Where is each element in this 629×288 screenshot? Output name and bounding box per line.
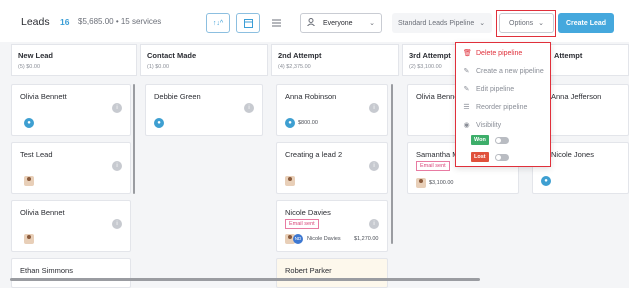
options-dropdown-menu: 🗑 Delete pipeline ✎ Create a new pipelin… <box>455 42 551 167</box>
avatar: ● <box>24 118 34 128</box>
lead-card[interactable]: Test Lead i <box>11 142 131 194</box>
lead-name: Test Lead <box>20 150 53 159</box>
column-header: 2nd Attempt (4) $2,375.00 <box>271 44 399 76</box>
column-summary: (4) $2,375.00 <box>278 64 311 70</box>
column-name: New Lead <box>18 51 54 60</box>
lead-value: $800.00 <box>298 120 318 126</box>
lost-badge: Lost <box>471 152 489 162</box>
menu-item-label: Create a new pipeline <box>476 67 544 75</box>
lead-card[interactable]: Robert Parker <box>276 258 388 288</box>
lead-name: Nicole Jones <box>551 150 594 159</box>
pipeline-column-contact-made: Contact Made (1) $0.00 Debbie Green i ● <box>140 44 268 288</box>
lead-name: Robert Parker <box>285 266 332 275</box>
create-pipeline-item[interactable]: ✎ Create a new pipeline <box>463 67 544 76</box>
column-header: Contact Made (1) $0.00 <box>140 44 268 76</box>
lead-name: Nicole Davies <box>285 208 331 217</box>
email-sent-tag: Email sent <box>285 219 319 229</box>
sort-button[interactable]: ↑↓^ <box>206 13 230 33</box>
owner-filter-value: Everyone <box>323 19 353 27</box>
info-icon[interactable]: i <box>244 103 254 113</box>
create-lead-button[interactable]: Create Lead <box>558 13 614 33</box>
pencil-icon: ✎ <box>463 86 470 93</box>
chevron-down-icon: ⌄ <box>369 20 375 27</box>
info-icon[interactable]: i <box>112 103 122 113</box>
lead-card[interactable]: Anna Robinson i ● $800.00 <box>276 84 388 136</box>
lead-card[interactable]: Olivia Bennett i ● <box>11 84 131 136</box>
reorder-pipeline-item[interactable]: ☰ Reorder pipeline <box>463 103 528 112</box>
lead-value: $1,270.00 <box>354 236 379 242</box>
won-visibility-toggle[interactable] <box>495 137 509 144</box>
lead-name: Ethan Simmons <box>20 266 73 275</box>
lead-name: Creating a lead 2 <box>285 150 343 159</box>
lead-card[interactable]: Creating a lead 2 i <box>276 142 388 194</box>
info-icon[interactable]: i <box>369 219 379 229</box>
email-sent-tag: Email sent <box>416 161 450 171</box>
reorder-icon: ☰ <box>463 104 470 111</box>
board-icon <box>243 18 253 28</box>
eye-icon: ◉ <box>463 122 470 129</box>
avatar <box>24 176 34 186</box>
visibility-section-label: ◉ Visibility <box>463 121 502 130</box>
lead-card[interactable]: Olivia Bennet i <box>11 200 131 252</box>
column-summary: (5) $0.00 <box>18 64 41 70</box>
avatar <box>416 178 426 188</box>
list-view-button[interactable] <box>265 13 287 33</box>
info-icon[interactable]: i <box>112 219 122 229</box>
chevron-down-icon: ⌄ <box>538 20 544 27</box>
avatar: ● <box>285 118 295 128</box>
lead-count: 16 <box>60 17 70 27</box>
lead-card[interactable]: Debbie Green i ● <box>145 84 263 136</box>
lead-card[interactable]: Ethan Simmons <box>11 258 131 288</box>
user-icon <box>307 18 315 28</box>
options-button[interactable]: Options ⌄ <box>499 13 554 33</box>
won-badge: Won <box>471 135 489 145</box>
owner-filter-select[interactable]: Everyone ⌄ <box>300 13 382 33</box>
column-header: New Lead (5) $0.00 <box>11 44 137 76</box>
menu-item-label: Reorder pipeline <box>476 103 528 111</box>
pipeline-select-value: Standard Leads Pipeline <box>398 19 475 27</box>
column-name: Contact Made <box>147 51 197 60</box>
menu-item-label: Delete pipeline <box>476 49 523 57</box>
menu-item-label: Edit pipeline <box>476 85 515 93</box>
lead-name: Anna Jefferson <box>551 92 602 101</box>
pipeline-select[interactable]: Standard Leads Pipeline ⌄ <box>392 13 492 33</box>
avatar <box>24 234 34 244</box>
trash-icon: 🗑 <box>463 50 472 57</box>
lead-name: Olivia Bennet <box>20 208 65 217</box>
board-horizontal-scrollbar[interactable] <box>10 278 480 281</box>
column-name: 2nd Attempt <box>278 51 322 60</box>
pencil-icon: ✎ <box>463 68 470 75</box>
pipeline-summary: $5,685.00 • 15 services <box>78 17 162 26</box>
lead-name: Anna Robinson <box>285 92 337 101</box>
lead-name: Debbie Green <box>154 92 201 101</box>
column-scrollbar[interactable] <box>391 84 393 244</box>
board-view-button[interactable] <box>236 13 260 33</box>
chevron-down-icon: ⌄ <box>479 20 486 27</box>
list-icon <box>271 19 281 27</box>
lead-name: Olivia Bennett <box>20 92 67 101</box>
pipeline-column-2nd-attempt: 2nd Attempt (4) $2,375.00 Anna Robinson … <box>271 44 399 288</box>
lead-owner: Nicole Davies <box>307 236 341 242</box>
lead-value: $3,100.00 <box>429 180 454 186</box>
delete-pipeline-item[interactable]: 🗑 Delete pipeline <box>463 49 523 58</box>
page-title: Leads <box>21 16 50 28</box>
lost-visibility-toggle[interactable] <box>495 154 509 161</box>
avatar: ● <box>541 176 551 186</box>
edit-pipeline-item[interactable]: ✎ Edit pipeline <box>463 85 515 94</box>
owner-initials-avatar: ND <box>293 234 303 244</box>
info-icon[interactable]: i <box>369 103 379 113</box>
column-scrollbar[interactable] <box>133 84 135 194</box>
options-label: Options <box>509 19 534 27</box>
visibility-label: Visibility <box>476 121 502 129</box>
lead-card[interactable]: Nicole Davies i Email sent ND Nicole Dav… <box>276 200 388 252</box>
pipeline-column-new-lead: New Lead (5) $0.00 Olivia Bennett i ● Te… <box>11 44 137 288</box>
page-header: Leads 16 $5,685.00 • 15 services ↑↓^ Eve… <box>0 0 629 42</box>
sort-icon: ↑↓^ <box>212 19 224 27</box>
info-icon[interactable]: i <box>112 161 122 171</box>
avatar: ● <box>154 118 164 128</box>
avatar <box>285 176 295 186</box>
info-icon[interactable]: i <box>369 161 379 171</box>
column-summary: (1) $0.00 <box>147 64 170 70</box>
